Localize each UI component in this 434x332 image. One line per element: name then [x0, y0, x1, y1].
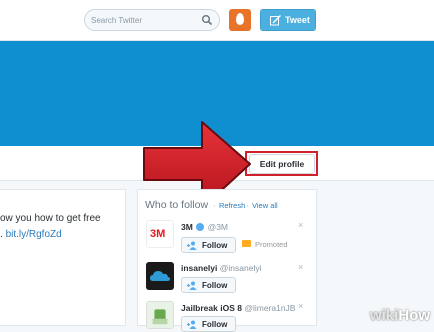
search-icon[interactable]: [201, 14, 213, 26]
tweet-text: ow you how to get free . bit.ly/RgfoZd: [0, 211, 120, 243]
follow-icon: [187, 241, 197, 250]
suggestion-name-insanelyi[interactable]: insanelyi @insanelyi: [181, 263, 261, 273]
promoted-label: Promoted: [255, 240, 288, 249]
dismiss-suggestion-close-icon[interactable]: ×: [298, 301, 303, 311]
refresh-link[interactable]: Refresh: [219, 201, 245, 210]
tweet-card: [0, 189, 126, 326]
suggestion-name: Jailbreak iOS 8: [181, 303, 242, 313]
suggestion-handle: @insanelyi: [219, 263, 262, 273]
tweet-link[interactable]: bit.ly/RgfoZd: [6, 229, 62, 240]
tweet-button-label: Tweet: [285, 15, 310, 25]
title-separator: ·: [213, 201, 216, 210]
follow-button-insanelyi[interactable]: Follow: [181, 277, 236, 293]
tweet-button[interactable]: Tweet: [260, 9, 316, 31]
verified-icon: [196, 223, 205, 231]
egg-avatar-icon: [236, 13, 244, 25]
compose-icon: [270, 15, 281, 26]
tweet-text-line-1: ow you how to get free: [0, 213, 101, 224]
suggestion-name: insanelyi: [181, 263, 218, 273]
3m-logo: 3M: [150, 228, 166, 240]
watermark-wiki: wiki: [369, 307, 399, 324]
suggestion-avatar-jailbreak[interactable]: [146, 301, 174, 329]
tweet-text-line-2: . bit.ly/RgfoZd: [0, 227, 120, 243]
follow-icon: [187, 281, 197, 290]
search-input[interactable]: [91, 12, 201, 28]
suggestion-handle: @3M: [207, 222, 228, 232]
promoted-icon: [242, 240, 251, 247]
follow-label: Follow: [202, 241, 228, 250]
wikihow-watermark: wikiHow: [370, 307, 430, 324]
suggestion-avatar-insanelyi[interactable]: [146, 262, 174, 290]
follow-icon: [187, 320, 197, 329]
follow-button-jailbreak[interactable]: Follow: [181, 316, 236, 332]
suggestion-name-3m[interactable]: 3M @3M: [181, 222, 228, 232]
follow-label: Follow: [202, 281, 228, 290]
jailbreak-logo-icon: [152, 309, 168, 325]
suggestion-name: 3M: [181, 222, 193, 232]
suggestion-name-jailbreak[interactable]: Jailbreak iOS 8 @limera1nJB: [181, 303, 295, 313]
dismiss-suggestion-close-icon[interactable]: ×: [298, 220, 303, 230]
suggestion-avatar-3m[interactable]: 3M: [146, 220, 174, 248]
dismiss-suggestion-close-icon[interactable]: ×: [298, 262, 303, 272]
cloud-icon: [150, 271, 170, 281]
view-all-link[interactable]: View all: [252, 201, 278, 210]
watermark-how: How: [398, 307, 430, 324]
top-nav-bar: Tweet: [0, 0, 434, 41]
profile-avatar-button[interactable]: [229, 9, 251, 31]
edit-profile-button[interactable]: Edit profile: [249, 154, 315, 174]
follow-label: Follow: [202, 320, 228, 329]
follow-button-3m[interactable]: Follow: [181, 237, 236, 253]
link-separator: ·: [246, 201, 249, 210]
who-to-follow-title: Who to follow: [145, 199, 209, 211]
suggestion-handle: @limera1nJB: [244, 303, 296, 313]
search-box[interactable]: [84, 9, 220, 31]
